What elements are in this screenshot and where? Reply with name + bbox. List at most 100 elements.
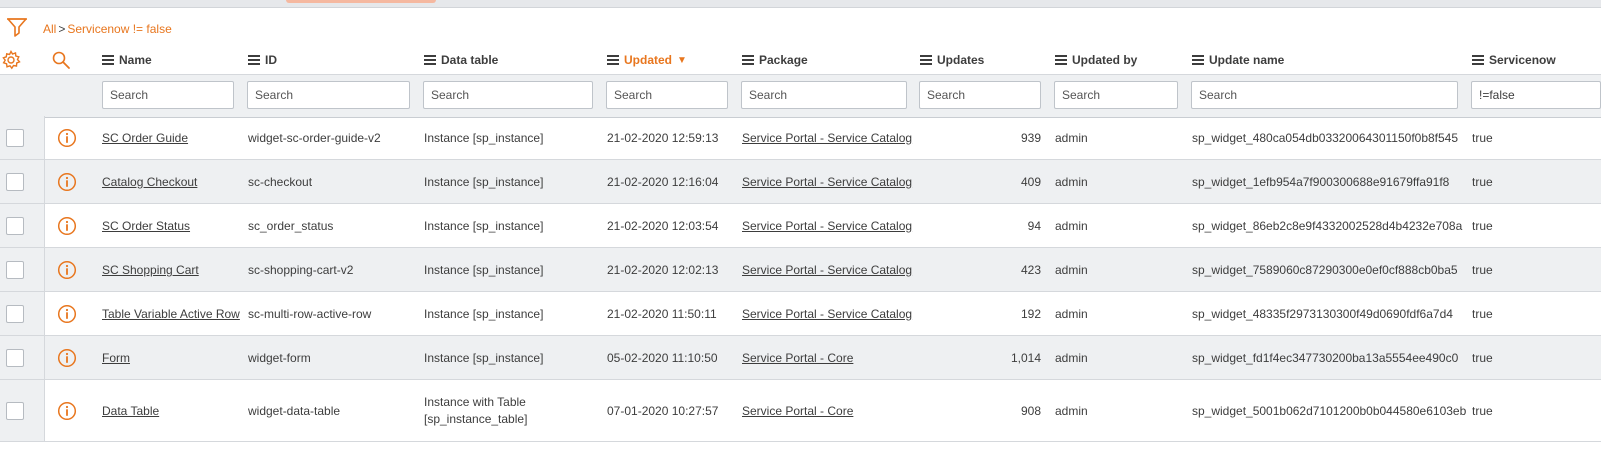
search-input-package[interactable]	[741, 81, 907, 109]
cell-servicenow: true	[1472, 219, 1493, 233]
cell-package[interactable]: Service Portal - Service Catalog	[742, 219, 912, 233]
cell-data-table: Instance [sp_instance]	[424, 351, 544, 365]
cell-updated-by: admin	[1055, 263, 1088, 277]
column-menu-icon[interactable]	[248, 55, 260, 65]
cell-package[interactable]: Service Portal - Service Catalog	[742, 131, 912, 145]
search-icon[interactable]	[51, 46, 71, 74]
column-label: ID	[265, 53, 277, 67]
cell-package[interactable]: Service Portal - Service Catalog	[742, 175, 912, 189]
row-checkbox[interactable]	[6, 173, 24, 191]
cell-update-name: sp_widget_5001b062d7101200b0b044580e6103…	[1192, 404, 1467, 418]
table-row[interactable]: Form widget-form Instance [sp_instance] 05-…	[0, 336, 1601, 380]
cell-name[interactable]: SC Order Status	[102, 219, 190, 233]
cell-updated: 21-02-2020 12:59:13	[607, 131, 719, 145]
row-checkbox[interactable]	[6, 217, 24, 235]
cell-updates: 1,014	[1010, 351, 1041, 365]
cell-package[interactable]: Service Portal - Core	[742, 404, 853, 418]
gear-icon[interactable]	[0, 46, 22, 74]
cell-name[interactable]: Catalog Checkout	[102, 175, 197, 189]
active-tab-indicator	[286, 0, 436, 3]
cell-updates: 94	[1027, 219, 1041, 233]
table-row[interactable]: SC Order Status sc_order_status Instance […	[0, 204, 1601, 248]
cell-data-table: Instance [sp_instance]	[424, 219, 544, 233]
breadcrumb-filter-link[interactable]: Servicenow != false	[67, 22, 171, 36]
table-row[interactable]: SC Order Guide widget-sc-order-guide-v2 In…	[0, 116, 1601, 160]
column-header-updates[interactable]: Updates	[920, 46, 984, 74]
column-menu-icon[interactable]	[102, 55, 114, 65]
column-menu-icon[interactable]	[424, 55, 436, 65]
info-icon[interactable]	[57, 304, 77, 324]
column-label: Name	[119, 53, 152, 67]
column-header-data-table[interactable]: Data table	[424, 46, 498, 74]
info-icon[interactable]	[57, 216, 77, 236]
column-menu-icon[interactable]	[1192, 55, 1204, 65]
info-icon[interactable]	[57, 172, 77, 192]
column-menu-icon[interactable]	[1055, 55, 1067, 65]
search-input-update-name[interactable]	[1191, 81, 1458, 109]
search-input-servicenow[interactable]	[1471, 81, 1601, 109]
cell-update-name: sp_widget_7589060c87290300e0ef0cf888cb0b…	[1192, 263, 1458, 277]
cell-data-table: Instance with Table [sp_instance_table]	[424, 395, 528, 426]
column-search-row	[0, 74, 1601, 118]
column-header-id[interactable]: ID	[248, 46, 277, 74]
cell-name[interactable]: Form	[102, 351, 130, 365]
info-icon[interactable]	[57, 128, 77, 148]
column-label: Updated	[624, 53, 672, 67]
cell-servicenow: true	[1472, 175, 1493, 189]
column-menu-icon[interactable]	[920, 55, 932, 65]
cell-name[interactable]: SC Shopping Cart	[102, 263, 199, 277]
table-row[interactable]: Data Table widget-data-table Instance with…	[0, 380, 1601, 442]
cell-id: widget-form	[248, 351, 311, 365]
cell-updated-by: admin	[1055, 351, 1088, 365]
search-input-data-table[interactable]	[423, 81, 593, 109]
column-menu-icon[interactable]	[607, 55, 619, 65]
info-icon[interactable]	[57, 348, 77, 368]
info-icon[interactable]	[57, 401, 77, 421]
sort-descending-icon[interactable]: ▼	[677, 55, 687, 66]
cell-id: sc-shopping-cart-v2	[248, 263, 354, 277]
table-row[interactable]: SC Shopping Cart sc-shopping-cart-v2 Insta…	[0, 248, 1601, 292]
filter-funnel-icon[interactable]	[6, 16, 28, 40]
row-checkbox[interactable]	[6, 305, 24, 323]
cell-package[interactable]: Service Portal - Service Catalog	[742, 307, 912, 321]
row-checkbox[interactable]	[6, 402, 24, 420]
cell-name[interactable]: Data Table	[102, 404, 159, 418]
cell-updated-by: admin	[1055, 131, 1088, 145]
cell-package[interactable]: Service Portal - Core	[742, 351, 853, 365]
column-label: Data table	[441, 53, 499, 67]
table-row[interactable]: Catalog Checkout sc-checkout Instance [sp_…	[0, 160, 1601, 204]
search-input-updates[interactable]	[919, 81, 1041, 109]
cell-updated: 21-02-2020 12:16:04	[607, 175, 719, 189]
column-header-updated[interactable]: Updated ▼	[607, 46, 687, 74]
table-header: Name ID Data table Updated ▼ Package Upda…	[0, 46, 1601, 74]
breadcrumb-all-link[interactable]: All	[43, 22, 56, 36]
column-header-update-name[interactable]: Update name	[1192, 46, 1284, 74]
column-menu-icon[interactable]	[1472, 55, 1484, 65]
search-input-id[interactable]	[247, 81, 410, 109]
row-checkbox[interactable]	[6, 261, 24, 279]
cell-updated-by: admin	[1055, 307, 1088, 321]
cell-updated-by: admin	[1055, 404, 1088, 418]
info-icon[interactable]	[57, 260, 77, 280]
column-header-name[interactable]: Name	[102, 46, 152, 74]
column-header-updated-by[interactable]: Updated by	[1055, 46, 1137, 74]
row-checkbox[interactable]	[6, 349, 24, 367]
cell-name[interactable]: Table Variable Active Row	[102, 307, 240, 321]
search-input-name[interactable]	[102, 81, 234, 109]
cell-updated-by: admin	[1055, 175, 1088, 189]
cell-updated: 05-02-2020 11:10:50	[607, 351, 718, 365]
row-checkbox[interactable]	[6, 129, 24, 147]
search-input-updated-by[interactable]	[1054, 81, 1178, 109]
cell-servicenow: true	[1472, 404, 1493, 418]
cell-name[interactable]: SC Order Guide	[102, 131, 188, 145]
cell-package[interactable]: Service Portal - Service Catalog	[742, 263, 912, 277]
search-input-updated[interactable]	[606, 81, 728, 109]
cell-update-name: sp_widget_1efb954a7f900300688e91679ffa91…	[1192, 175, 1450, 189]
column-label: Updates	[937, 53, 985, 67]
column-header-servicenow[interactable]: Servicenow	[1472, 46, 1556, 74]
column-menu-icon[interactable]	[742, 55, 754, 65]
table-row[interactable]: Table Variable Active Row sc-multi-row-ac…	[0, 292, 1601, 336]
cell-data-table: Instance [sp_instance]	[424, 131, 544, 145]
column-label: Servicenow	[1489, 53, 1556, 67]
column-header-package[interactable]: Package	[742, 46, 808, 74]
